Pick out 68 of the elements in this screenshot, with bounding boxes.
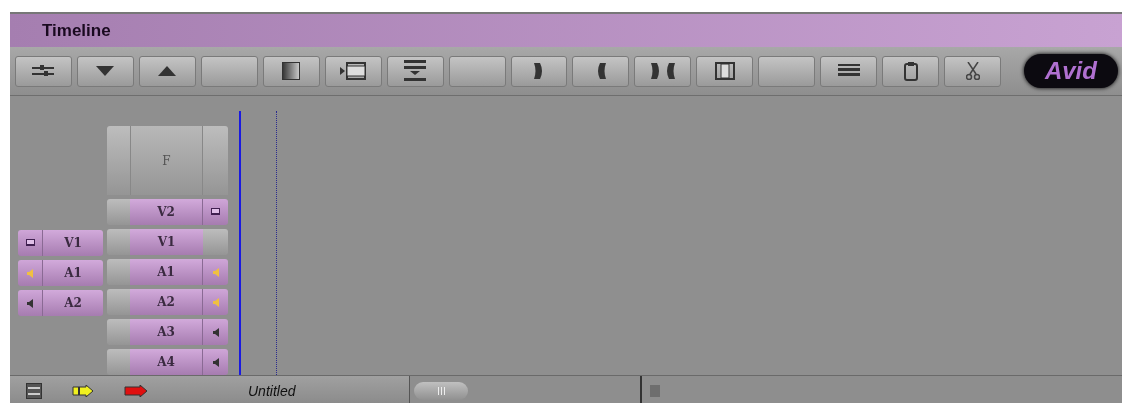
sequence-name: Untitled bbox=[248, 382, 296, 399]
lock-cell[interactable] bbox=[107, 199, 130, 225]
track-selector[interactable]: A2 bbox=[43, 290, 103, 316]
window-title: Timeline bbox=[42, 20, 111, 41]
splice-icon bbox=[595, 63, 606, 79]
monitor-toggle[interactable] bbox=[203, 229, 228, 255]
lift-icon bbox=[404, 60, 427, 82]
rows-icon bbox=[837, 64, 860, 78]
logo: Avid bbox=[1024, 54, 1118, 88]
speaker-icon bbox=[27, 268, 33, 278]
up-triangle-icon bbox=[158, 66, 177, 76]
speaker-icon bbox=[27, 298, 33, 308]
speaker-icon bbox=[212, 357, 219, 367]
monitor-icon bbox=[25, 239, 35, 247]
speaker-icon bbox=[212, 267, 219, 277]
clipboard-icon bbox=[903, 61, 918, 81]
toolbar-button[interactable] bbox=[882, 55, 940, 87]
lock-cell[interactable] bbox=[107, 349, 130, 375]
track-selector[interactable]: V1 bbox=[43, 230, 103, 256]
track-selector[interactable]: V1 bbox=[130, 229, 203, 255]
track-selector[interactable]: A3 bbox=[130, 319, 202, 345]
film-frame-icon bbox=[714, 62, 735, 80]
toolbar-button[interactable] bbox=[138, 55, 196, 87]
scissors-icon bbox=[965, 62, 980, 80]
monitor-icon bbox=[211, 208, 220, 216]
filler-track: F bbox=[130, 126, 203, 195]
toolbar-button[interactable] bbox=[15, 55, 72, 87]
scroll-thumb[interactable] bbox=[414, 381, 468, 400]
splice-icon bbox=[650, 63, 675, 79]
monitor-toggle[interactable] bbox=[18, 230, 43, 256]
toolbar-button[interactable] bbox=[262, 55, 320, 87]
track-cell bbox=[107, 126, 130, 195]
arrow-icon[interactable] bbox=[72, 384, 94, 397]
monitor-toggle[interactable] bbox=[202, 349, 228, 375]
track-selector[interactable]: A4 bbox=[130, 349, 202, 375]
menu-icon[interactable] bbox=[26, 382, 42, 399]
track-selector[interactable]: A1 bbox=[130, 259, 202, 285]
zoom-handle-icon[interactable] bbox=[650, 384, 660, 397]
lock-cell[interactable] bbox=[107, 319, 130, 345]
toolbar-button[interactable] bbox=[386, 55, 444, 87]
lock-cell[interactable] bbox=[107, 289, 130, 315]
track-selector[interactable]: A2 bbox=[130, 289, 202, 315]
toolbar-button[interactable] bbox=[76, 55, 134, 87]
toolbar-button[interactable] bbox=[820, 55, 878, 87]
toolbar-button[interactable] bbox=[572, 55, 630, 87]
toolbar-button[interactable] bbox=[634, 55, 692, 87]
monitor-toggle[interactable] bbox=[18, 290, 43, 316]
toolbar-button[interactable] bbox=[324, 55, 382, 87]
track-cell bbox=[203, 126, 228, 195]
track-selector[interactable]: A1 bbox=[43, 260, 103, 286]
sliders-icon bbox=[32, 64, 55, 78]
speaker-icon bbox=[212, 327, 219, 337]
lock-cell[interactable] bbox=[107, 229, 130, 255]
monitor-toggle[interactable] bbox=[202, 199, 228, 225]
monitor-toggle[interactable] bbox=[202, 319, 228, 345]
monitor-toggle[interactable] bbox=[202, 289, 228, 315]
down-triangle-icon bbox=[96, 66, 115, 76]
gradient-square-icon bbox=[282, 62, 301, 80]
film-play-icon bbox=[340, 62, 367, 80]
toolbar-button[interactable] bbox=[510, 55, 568, 87]
monitor-toggle[interactable] bbox=[202, 259, 228, 285]
splice-icon bbox=[533, 63, 544, 79]
lock-cell[interactable] bbox=[107, 259, 130, 285]
track-selector[interactable]: V2 bbox=[130, 199, 202, 225]
monitor-toggle[interactable] bbox=[18, 260, 43, 286]
speaker-icon bbox=[212, 297, 219, 307]
toolbar-button[interactable] bbox=[696, 55, 754, 87]
toolbar-button[interactable] bbox=[944, 55, 1001, 87]
